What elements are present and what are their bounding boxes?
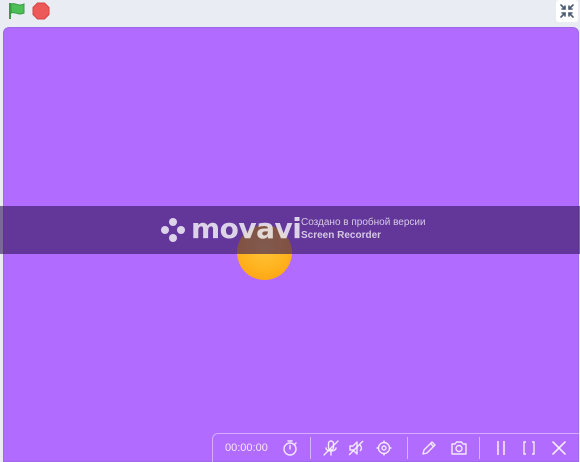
watermark-product-text: Screen Recorder bbox=[301, 230, 382, 241]
stopwatch-button[interactable] bbox=[280, 438, 300, 458]
toolbar-divider bbox=[310, 437, 311, 459]
pencil-icon bbox=[422, 441, 436, 455]
movavi-logo-icon bbox=[161, 218, 185, 242]
bracket-icon bbox=[523, 441, 535, 455]
pause-icon bbox=[497, 441, 505, 455]
mic-muted-icon bbox=[323, 440, 339, 456]
stopwatch-icon bbox=[283, 440, 297, 456]
microphone-button[interactable] bbox=[321, 438, 341, 458]
camera-icon bbox=[451, 441, 467, 455]
green-flag-icon bbox=[9, 3, 25, 19]
system-audio-button[interactable] bbox=[347, 438, 367, 458]
green-flag-button[interactable] bbox=[6, 1, 28, 21]
movavi-logo-text: movavi bbox=[191, 212, 302, 245]
movavi-watermark: movavi Создано в пробной версии Screen R… bbox=[0, 206, 580, 254]
stop-recording-button[interactable] bbox=[519, 438, 539, 458]
speaker-muted-icon bbox=[348, 440, 364, 456]
draw-button[interactable] bbox=[419, 438, 439, 458]
stop-sign-icon bbox=[32, 2, 50, 20]
recording-timer: 00:00:00 bbox=[225, 442, 268, 454]
exit-fullscreen-icon bbox=[560, 4, 574, 18]
watermark-trial-text: Создано в пробной версии bbox=[301, 217, 426, 228]
stop-button[interactable] bbox=[31, 1, 51, 21]
webcam-icon bbox=[376, 440, 392, 456]
toolbar-divider bbox=[479, 437, 480, 459]
webcam-button[interactable] bbox=[374, 438, 394, 458]
recorder-toolbar: 00:00:00 bbox=[212, 433, 580, 462]
exit-fullscreen-button[interactable] bbox=[556, 0, 578, 22]
cancel-recording-button[interactable] bbox=[549, 438, 569, 458]
screenshot-button[interactable] bbox=[449, 438, 469, 458]
close-icon bbox=[552, 441, 566, 455]
pause-button[interactable] bbox=[491, 438, 511, 458]
toolbar-divider bbox=[407, 437, 408, 459]
scratch-player: movavi Создано в пробной версии Screen R… bbox=[0, 0, 580, 462]
player-controls-bar bbox=[0, 0, 580, 24]
